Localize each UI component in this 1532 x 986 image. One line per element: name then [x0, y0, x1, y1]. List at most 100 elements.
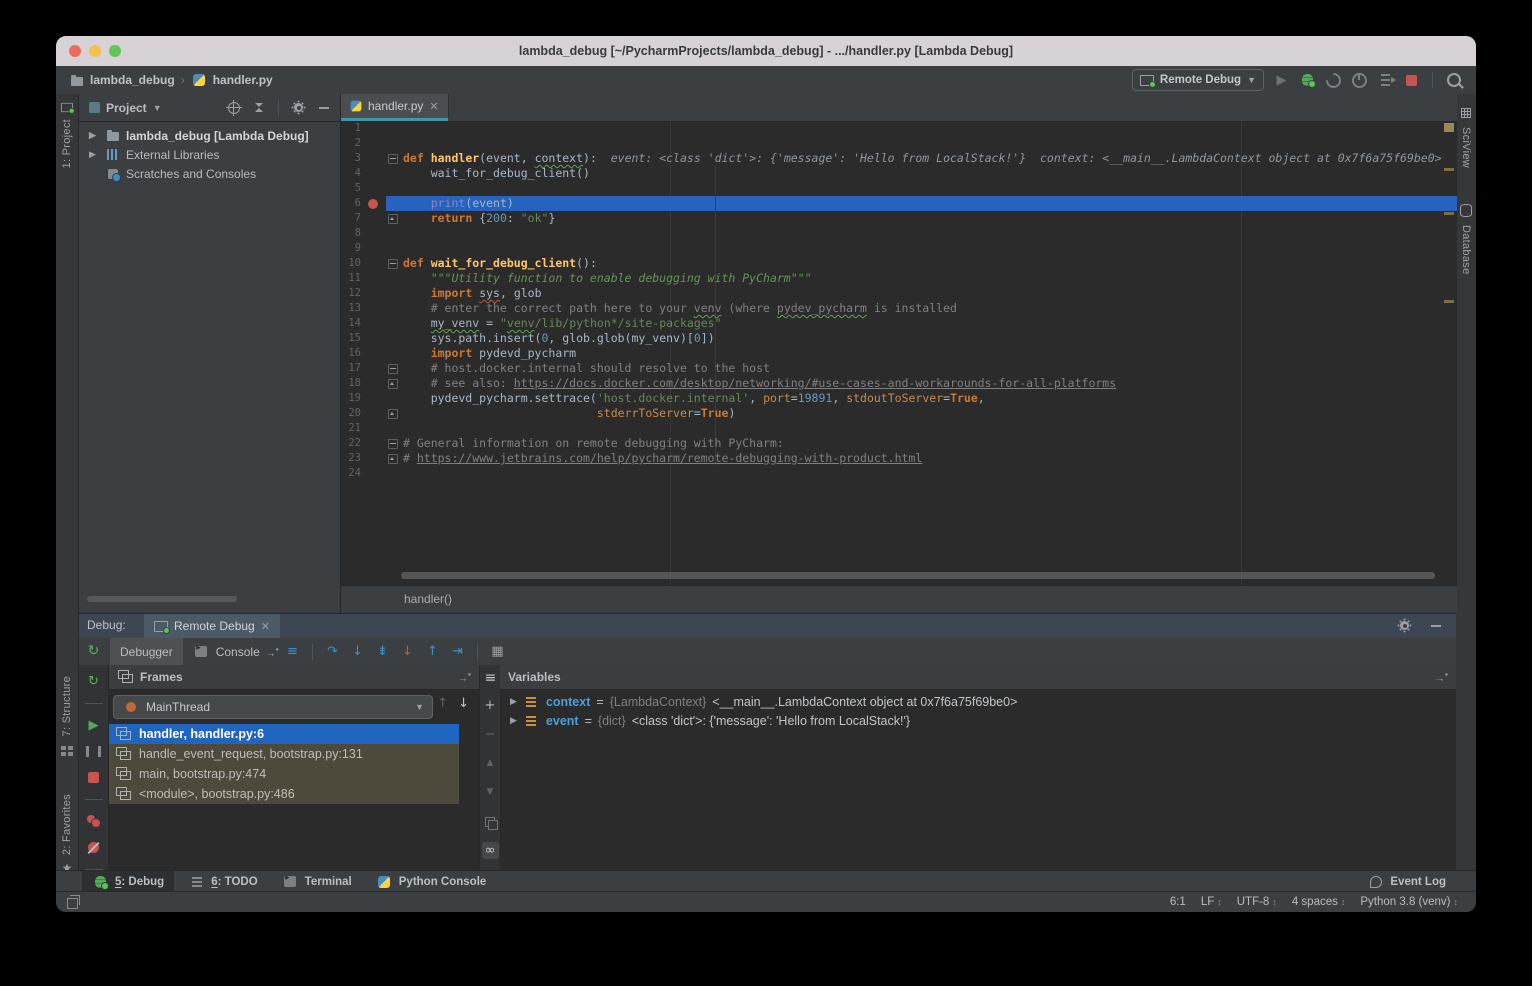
- frame-row[interactable]: handler, handler.py:6: [109, 724, 459, 744]
- code-line-9[interactable]: 9: [341, 241, 1457, 256]
- expand-arrow-icon[interactable]: ▶: [89, 130, 99, 141]
- force-step-into-icon[interactable]: ⇟: [374, 643, 391, 660]
- code-line-16[interactable]: 16 import pydevd_pycharm: [341, 346, 1457, 361]
- hide-icon[interactable]: [315, 99, 332, 116]
- stop-icon[interactable]: [1403, 72, 1420, 89]
- editor-tab-handler-py[interactable]: handler.py ✕: [341, 94, 449, 118]
- code-line-1[interactable]: 1: [341, 121, 1457, 136]
- remove-watch-icon[interactable]: −: [482, 726, 499, 743]
- code-line-20[interactable]: 20 stderrToServer=True): [341, 406, 1457, 421]
- code-line-11[interactable]: 11 """Utility function to enable debuggi…: [341, 271, 1457, 286]
- run-to-cursor-icon[interactable]: ⇥: [449, 643, 466, 660]
- previous-frame-icon[interactable]: ↑: [437, 696, 448, 711]
- pin-icon[interactable]: →▪: [458, 669, 471, 684]
- close-icon[interactable]: ✕: [429, 100, 438, 113]
- debug-session-tab[interactable]: Remote Debug ✕: [144, 614, 280, 638]
- bottom-tab-todo[interactable]: 6: TODO: [178, 871, 267, 892]
- step-into-my-code-icon[interactable]: ↓: [399, 643, 416, 660]
- status-item-6-1[interactable]: 6:1: [1170, 896, 1186, 908]
- duplicate-icon[interactable]: [482, 813, 499, 830]
- bottom-tab-debug[interactable]: 5: Debug: [82, 871, 174, 892]
- breadcrumb-item[interactable]: lambda_debug: [68, 72, 175, 89]
- run-configuration-select[interactable]: Remote Debug ▼: [1132, 69, 1264, 91]
- fold-marker-icon[interactable]: [388, 154, 398, 164]
- thread-selector[interactable]: MainThread ▼: [113, 695, 433, 719]
- frame-row[interactable]: handle_event_request, bootstrap.py:131: [109, 744, 459, 764]
- code-line-14[interactable]: 14 my_venv = "venv/lib/python*/site-pack…: [341, 316, 1457, 331]
- code-line-8[interactable]: 8: [341, 226, 1457, 241]
- variable-row[interactable]: ▶context = {LambdaContext} <__main__.Lam…: [500, 692, 1456, 711]
- project-hscrollbar[interactable]: [87, 596, 237, 602]
- pin-icon[interactable]: →▪: [1435, 669, 1448, 684]
- fold-marker-icon[interactable]: [388, 409, 398, 419]
- code-line-7[interactable]: 7 return {200: "ok"}: [341, 211, 1457, 226]
- coverage-icon[interactable]: [1325, 72, 1342, 89]
- search-icon[interactable]: [1445, 72, 1462, 89]
- code-line-2[interactable]: 2: [341, 136, 1457, 151]
- locate-icon[interactable]: [225, 99, 242, 116]
- breakpoint-dot[interactable]: [368, 199, 378, 209]
- show-watches-icon[interactable]: ∞: [482, 842, 499, 859]
- run-with-icon[interactable]: [1377, 72, 1394, 89]
- expand-arrow-icon[interactable]: ▶: [510, 715, 517, 726]
- status-item-lf[interactable]: LF↕: [1201, 896, 1222, 908]
- rerun-icon[interactable]: ↻: [85, 642, 102, 659]
- tab-debugger[interactable]: Debugger: [110, 638, 183, 665]
- hide-icon[interactable]: [1427, 617, 1444, 634]
- step-into-icon[interactable]: ↓: [349, 643, 366, 660]
- code-line-6[interactable]: 6 print(event): [341, 196, 1457, 211]
- evaluate-expression-icon[interactable]: ▦: [489, 643, 506, 660]
- code-line-10[interactable]: 10def wait_for_debug_client():: [341, 256, 1457, 271]
- warning-stripe-mark[interactable]: [1444, 212, 1454, 215]
- variables-menu-icon[interactable]: ≡: [482, 669, 499, 686]
- show-execution-point-icon[interactable]: ≡: [284, 643, 301, 660]
- scope-breadcrumb[interactable]: handler(): [404, 592, 452, 606]
- code-line-18[interactable]: 18 # see also: https://docs.docker.com/d…: [341, 376, 1457, 391]
- code-line-19[interactable]: 19 pydevd_pycharm.settrace('host.docker.…: [341, 391, 1457, 406]
- step-out-icon[interactable]: ↑: [424, 643, 441, 660]
- code-line-4[interactable]: 4 wait_for_debug_client(): [341, 166, 1457, 181]
- tree-item[interactable]: ▶lambda_debug [Lambda Debug]: [79, 126, 340, 145]
- code-line-23[interactable]: 23# https://www.jetbrains.com/help/pycha…: [341, 451, 1457, 466]
- next-frame-icon[interactable]: ↓: [458, 696, 469, 711]
- pause-icon[interactable]: [85, 743, 102, 760]
- code-line-13[interactable]: 13 # enter the correct path here to your…: [341, 301, 1457, 316]
- editor-hscrollbar[interactable]: [401, 572, 1435, 579]
- settings-icon[interactable]: [290, 99, 307, 116]
- expand-arrow-icon[interactable]: ▶: [510, 696, 517, 707]
- status-item-4-spaces[interactable]: 4 spaces↕: [1292, 896, 1346, 908]
- tree-item[interactable]: ▶External Libraries: [79, 145, 340, 164]
- stop-icon[interactable]: [85, 769, 102, 786]
- status-item-python-3-8-venv-[interactable]: Python 3.8 (venv)↕: [1360, 896, 1458, 908]
- view-breakpoints-icon[interactable]: [85, 813, 102, 830]
- warning-stripe-mark[interactable]: [1444, 168, 1454, 171]
- breadcrumb-item[interactable]: handler.py: [191, 72, 273, 89]
- tab-console[interactable]: Console →▪: [183, 638, 289, 665]
- add-watch-icon[interactable]: +: [482, 697, 499, 714]
- toolwindow-button-project[interactable]: 1: Project: [56, 102, 78, 168]
- code-line-21[interactable]: 21: [341, 421, 1457, 436]
- mute-breakpoints-icon[interactable]: [85, 839, 102, 856]
- variable-row[interactable]: ▶event = {dict} <class 'dict'>: {'messag…: [500, 711, 1456, 730]
- toolwindow-toggle-icon[interactable]: [64, 895, 81, 912]
- code-line-3[interactable]: 3def handler(event, context): event: <cl…: [341, 151, 1457, 166]
- move-down-icon[interactable]: ▼: [482, 784, 499, 801]
- move-up-icon[interactable]: ▲: [482, 755, 499, 772]
- code-line-12[interactable]: 12 import sys, glob: [341, 286, 1457, 301]
- code-line-24[interactable]: 24: [341, 466, 1457, 481]
- event-log-button[interactable]: Event Log: [1367, 871, 1446, 892]
- warning-stripe-mark[interactable]: [1444, 300, 1454, 303]
- bottom-tab-python-console[interactable]: Python Console: [366, 871, 497, 892]
- code-line-5[interactable]: 5: [341, 181, 1457, 196]
- fold-marker-icon[interactable]: [388, 259, 398, 269]
- debug-icon[interactable]: [1299, 72, 1316, 89]
- fold-marker-icon[interactable]: [388, 364, 398, 374]
- profiler-icon[interactable]: [1351, 72, 1368, 89]
- close-icon[interactable]: ✕: [261, 620, 270, 633]
- frame-row[interactable]: main, bootstrap.py:474: [109, 764, 459, 784]
- status-item-utf-8[interactable]: UTF-8↕: [1237, 896, 1277, 908]
- rerun-icon[interactable]: ↻: [85, 673, 102, 690]
- fold-marker-icon[interactable]: [388, 454, 398, 464]
- fold-marker-icon[interactable]: [388, 379, 398, 389]
- bottom-tab-terminal[interactable]: Terminal: [272, 871, 362, 892]
